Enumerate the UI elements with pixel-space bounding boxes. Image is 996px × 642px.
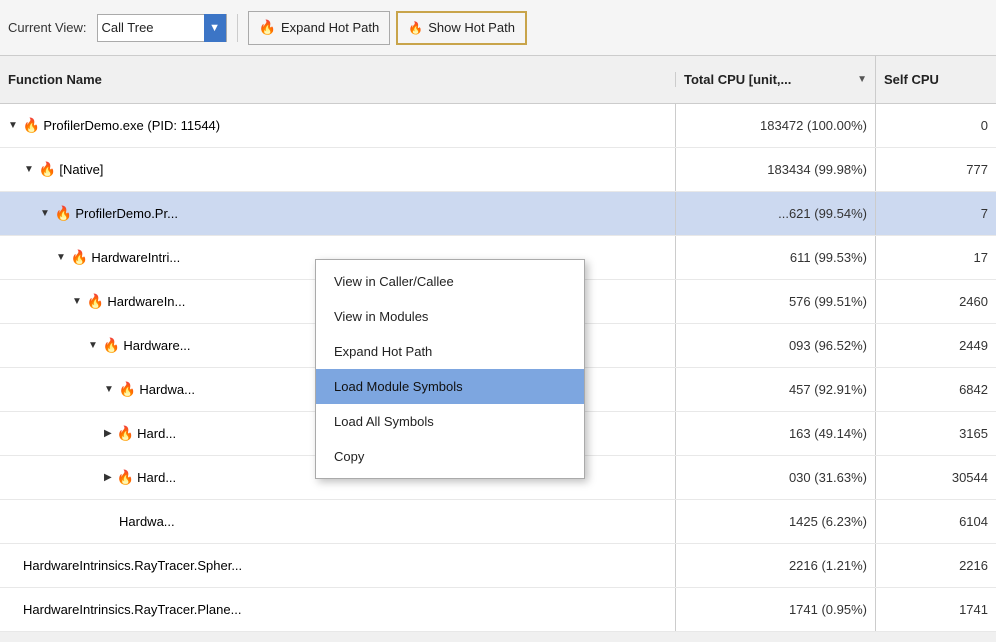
collapse-icon[interactable]: ▼ [72, 296, 82, 307]
context-menu-item-copy[interactable]: Copy [316, 439, 584, 474]
row-total-cpu-cell: ...621 (99.54%) [676, 192, 876, 235]
row-self-cpu-cell: 1741 [876, 588, 996, 631]
fire-icon: 🔥 [103, 337, 120, 354]
row-self-cpu-cell: 6104 [876, 500, 996, 543]
row-self-cpu-cell: 7 [876, 192, 996, 235]
expand-hot-path-button[interactable]: 🔥 Expand Hot Path [248, 11, 391, 45]
fire-icon: 🔥 [87, 293, 104, 310]
table-row[interactable]: ▼ 🔥 ProfilerDemo.exe (PID: 11544) 183472… [0, 104, 996, 148]
toolbar-separator [237, 14, 238, 42]
row-total-cpu-cell: 093 (96.52%) [676, 324, 876, 367]
function-name-text: Hard... [137, 426, 176, 441]
collapse-icon[interactable]: ▼ [8, 120, 18, 131]
table-body: ▼ 🔥 ProfilerDemo.exe (PID: 11544) 183472… [0, 104, 996, 642]
collapse-icon[interactable]: ▼ [104, 384, 114, 395]
row-total-cpu-cell: 030 (31.63%) [676, 456, 876, 499]
dropdown-arrow-icon[interactable]: ▼ [204, 14, 226, 42]
function-name-text: [Native] [59, 162, 103, 177]
fire-icon: 🔥 [55, 205, 72, 222]
row-self-cpu-cell: 2460 [876, 280, 996, 323]
row-function-cell: Hardwa... [0, 500, 676, 543]
row-total-cpu-cell: 576 (99.51%) [676, 280, 876, 323]
table-header: Function Name Total CPU [unit,... ▼ Self… [0, 56, 996, 104]
col-function-name: Function Name [0, 72, 676, 87]
view-dropdown[interactable]: Call Tree ▼ [97, 14, 227, 42]
row-self-cpu-cell: 17 [876, 236, 996, 279]
view-dropdown-text: Call Tree [102, 20, 154, 35]
table-row[interactable]: Hardwa... 1425 (6.23%) 6104 [0, 500, 996, 544]
row-total-cpu-cell: 611 (99.53%) [676, 236, 876, 279]
function-name-text: Hard... [137, 470, 176, 485]
collapse-icon[interactable]: ▼ [40, 208, 50, 219]
fire-icon: 🔥 [117, 425, 134, 442]
function-name-text: HardwareIntrinsics.RayTracer.Plane... [23, 602, 241, 617]
row-self-cpu-cell: 3165 [876, 412, 996, 455]
col-total-cpu: Total CPU [unit,... ▼ [676, 56, 876, 103]
col-self-cpu: Self CPU [876, 56, 996, 103]
hotpath-icon-show: 🔥 [408, 21, 423, 35]
collapse-icon[interactable]: ▼ [24, 164, 34, 175]
current-view-label: Current View: [8, 20, 87, 35]
collapse-icon[interactable]: ▼ [56, 252, 66, 263]
main-content: Function Name Total CPU [unit,... ▼ Self… [0, 56, 996, 642]
show-hot-path-label: Show Hot Path [428, 20, 515, 35]
fire-icon: 🔥 [71, 249, 88, 266]
toolbar: Current View: Call Tree ▼ 🔥 Expand Hot P… [0, 0, 996, 56]
function-name-text: ProfilerDemo.Pr... [75, 206, 178, 221]
row-total-cpu-cell: 183472 (100.00%) [676, 104, 876, 147]
row-total-cpu-cell: 457 (92.91%) [676, 368, 876, 411]
row-self-cpu-cell: 30544 [876, 456, 996, 499]
table-row[interactable]: HardwareIntrinsics.RayTracer.Spher... 22… [0, 544, 996, 588]
fire-icon: 🔥 [39, 161, 56, 178]
function-name-text: HardwareIntrinsics.RayTracer.Spher... [23, 558, 242, 573]
context-menu: View in Caller/Callee View in Modules Ex… [315, 259, 585, 479]
row-total-cpu-cell: 1425 (6.23%) [676, 500, 876, 543]
expand-hot-path-label: Expand Hot Path [281, 20, 379, 35]
fire-icon: 🔥 [119, 381, 136, 398]
row-function-cell: ▼ 🔥 ProfilerDemo.exe (PID: 11544) [0, 104, 676, 147]
show-hot-path-button[interactable]: 🔥 Show Hot Path [396, 11, 527, 45]
function-name-text: Hardwa... [139, 382, 195, 397]
context-menu-item-expand-hot-path[interactable]: Expand Hot Path [316, 334, 584, 369]
row-function-cell: HardwareIntrinsics.RayTracer.Spher... [0, 544, 676, 587]
row-total-cpu-cell: 163 (49.14%) [676, 412, 876, 455]
row-self-cpu-cell: 777 [876, 148, 996, 191]
table-row[interactable]: ▼ 🔥 ProfilerDemo.Pr... ...621 (99.54%) 7 [0, 192, 996, 236]
context-menu-item-load-all-symbols[interactable]: Load All Symbols [316, 404, 584, 439]
row-function-cell: ▼ 🔥 [Native] [0, 148, 676, 191]
table-row[interactable]: ▼ 🔥 [Native] 183434 (99.98%) 777 [0, 148, 996, 192]
function-name-text: Hardware... [123, 338, 190, 353]
function-name-text: Hardwa... [119, 514, 175, 529]
row-self-cpu-cell: 6842 [876, 368, 996, 411]
row-total-cpu-cell: 2216 (1.21%) [676, 544, 876, 587]
fire-icon-expand: 🔥 [259, 19, 276, 36]
collapse-icon[interactable]: ▼ [88, 340, 98, 351]
row-self-cpu-cell: 2449 [876, 324, 996, 367]
row-function-cell: ▼ 🔥 ProfilerDemo.Pr... [0, 192, 676, 235]
expand-icon[interactable]: ▶ [104, 428, 112, 439]
function-name-text: HardwareIn... [107, 294, 185, 309]
sort-arrow-icon: ▼ [857, 74, 867, 85]
row-self-cpu-cell: 0 [876, 104, 996, 147]
fire-icon: 🔥 [23, 117, 40, 134]
function-name-text: ProfilerDemo.exe (PID: 11544) [43, 118, 220, 133]
expand-icon[interactable]: ▶ [104, 472, 112, 483]
row-total-cpu-cell: 1741 (0.95%) [676, 588, 876, 631]
table-row[interactable]: HardwareIntrinsics.RayTracer.Plane... 17… [0, 588, 996, 632]
row-self-cpu-cell: 2216 [876, 544, 996, 587]
row-function-cell: HardwareIntrinsics.RayTracer.Plane... [0, 588, 676, 631]
fire-icon: 🔥 [117, 469, 134, 486]
function-name-text: HardwareIntri... [91, 250, 180, 265]
context-menu-item-load-module-symbols[interactable]: Load Module Symbols [316, 369, 584, 404]
row-total-cpu-cell: 183434 (99.98%) [676, 148, 876, 191]
context-menu-item-view-modules[interactable]: View in Modules [316, 299, 584, 334]
context-menu-item-view-caller-callee[interactable]: View in Caller/Callee [316, 264, 584, 299]
